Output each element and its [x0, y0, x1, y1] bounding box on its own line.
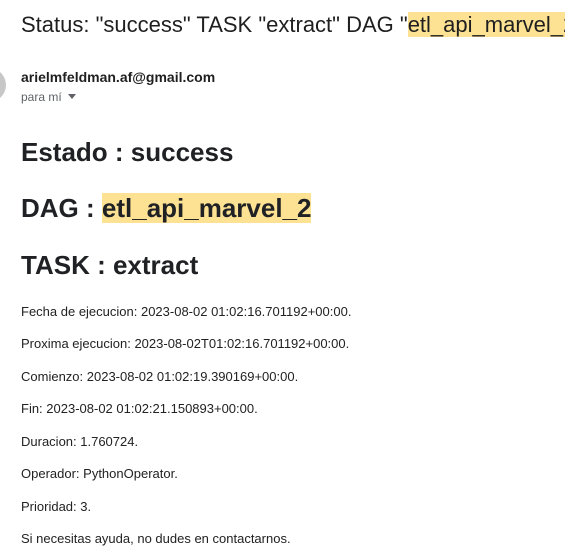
fecha-ejecucion-line: Fecha de ejecucion: 2023-08-02 01:02:16.…: [21, 304, 352, 319]
prioridad-line: Prioridad: 3.: [21, 499, 92, 514]
duracion-line: Duracion: 1.760724.: [21, 434, 139, 449]
subject-prefix: Status: "success" TASK "extract" DAG ": [21, 12, 408, 37]
sender-address[interactable]: arielmfeldman.af@gmail.com: [21, 68, 215, 86]
subject-highlight: etl_api_marvel_2: [407, 12, 565, 37]
proxima-ejecucion-line: Proxima ejecucion: 2023-08-02T01:02:16.7…: [21, 336, 350, 351]
operador-line: Operador: PythonOperator.: [21, 466, 178, 481]
fin-line: Fin: 2023-08-02 01:02:21.150893+00:00.: [21, 401, 258, 416]
dag-name: etl_api_marvel_2: [101, 193, 312, 223]
recipient-label: para mí: [21, 90, 62, 104]
dag-label: DAG :: [21, 193, 102, 223]
recipient-dropdown[interactable]: para mí: [21, 89, 76, 105]
dag-heading: DAG : etl_api_marvel_2: [21, 192, 312, 224]
email-subject: Status: "success" TASK "extract" DAG "et…: [21, 10, 565, 40]
ayuda-line: Si necesitas ayuda, no dudes en contacta…: [21, 531, 291, 546]
estado-heading: Estado : success: [21, 137, 234, 167]
task-heading: TASK : extract: [21, 250, 199, 280]
chevron-down-icon: [67, 94, 76, 99]
comienzo-line: Comienzo: 2023-08-02 01:02:19.390169+00:…: [21, 369, 299, 384]
sender-avatar[interactable]: [0, 68, 6, 102]
